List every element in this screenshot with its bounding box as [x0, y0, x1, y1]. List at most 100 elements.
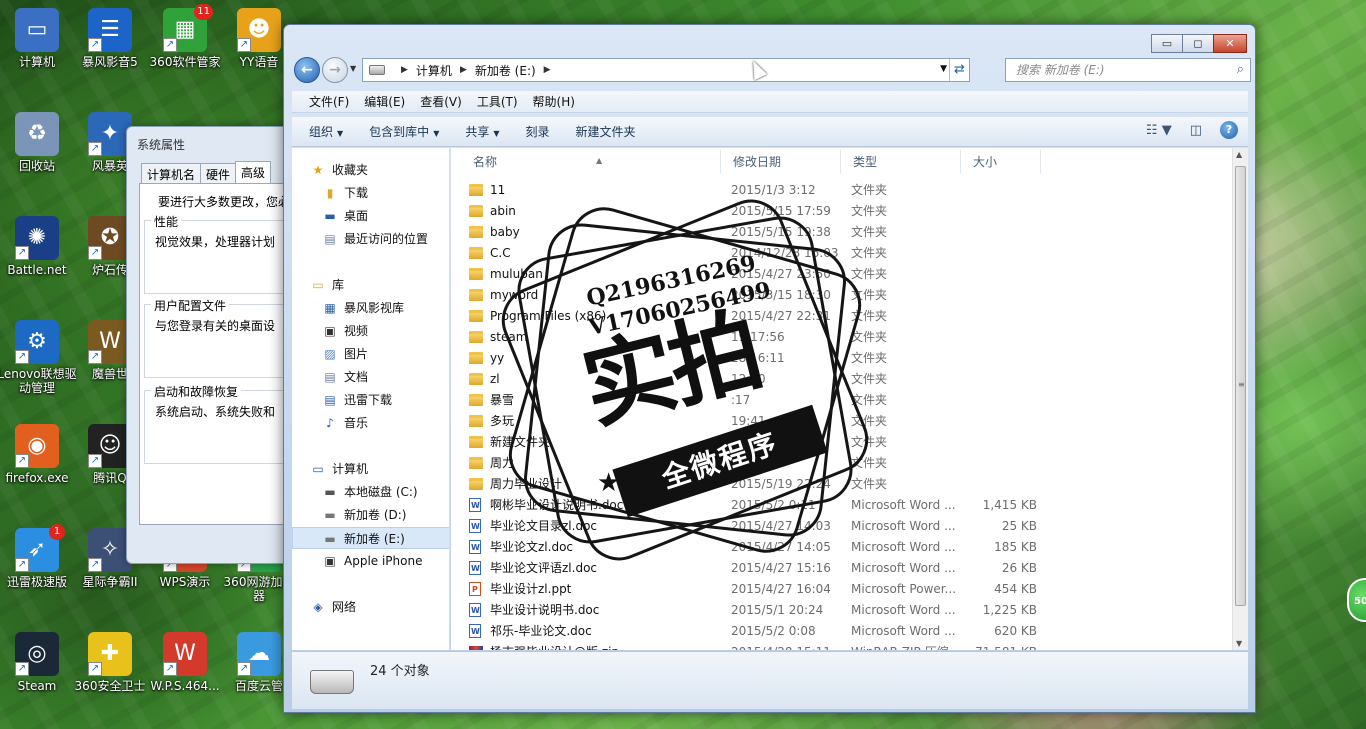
- nav-computer[interactable]: ▭ 计算机: [292, 458, 449, 480]
- nav-downloads[interactable]: ▮ 下载: [292, 182, 449, 204]
- nav-baofeng-library[interactable]: ▦ 暴风影视库: [292, 297, 449, 319]
- file-row[interactable]: 毕业论文目录zl.doc 2015/4/27 14:03 Microsoft Wor…: [461, 516, 1061, 537]
- column-header-name[interactable]: 名称 ▲: [461, 150, 721, 174]
- preview-pane-icon[interactable]: ◫: [1190, 123, 1202, 138]
- breadcrumb-drive-e[interactable]: 新加卷 (E:): [475, 62, 536, 79]
- back-button[interactable]: ←: [294, 57, 320, 83]
- system-properties-window[interactable]: 系统属性 计算机名 硬件 高级 要进行大多数更改，您必 性能 视觉效果，处理器计…: [126, 126, 296, 564]
- share-button[interactable]: 共享 ▼: [465, 123, 499, 140]
- file-row[interactable]: 暴雪:17 文件夹: [461, 390, 1061, 411]
- breadcrumb-computer[interactable]: 计算机: [416, 62, 452, 79]
- file-row[interactable]: 祁乐-毕业论文.doc 2015/5/2 0:08 Microsoft Word .…: [461, 621, 1061, 642]
- recent-pages-dropdown[interactable]: ▼: [350, 64, 356, 73]
- file-row[interactable]: 周力 21:23 文件夹: [461, 453, 1061, 474]
- search-input[interactable]: 搜索 新加卷 (E:) ⌕: [1005, 58, 1251, 82]
- file-row[interactable]: 毕业论文zl.doc 2015/4/27 14:05 Microsoft Word …: [461, 537, 1061, 558]
- file-row[interactable]: 新建文件夹 0:0 文件夹: [461, 432, 1061, 453]
- menu-file[interactable]: 文件(F): [309, 93, 349, 110]
- maximize-button[interactable]: ◻: [1182, 34, 1214, 53]
- help-icon[interactable]: ?: [1220, 121, 1238, 139]
- organize-button[interactable]: 组织 ▼: [309, 123, 343, 140]
- search-icon[interactable]: ⌕: [1237, 59, 1244, 81]
- explorer-window[interactable]: ▭ ◻ ✕ ← → ▼ ▶ 计算机 ▶ 新加卷 (E:) ▶ ▼ ⇄ 搜索 新加…: [283, 24, 1256, 713]
- menu-tools[interactable]: 工具(T): [477, 93, 518, 110]
- file-name: muluban: [490, 267, 543, 281]
- folder-icon: [469, 457, 483, 469]
- desktop-shortcut[interactable]: ☰ ↗ 暴风影音5: [70, 8, 150, 69]
- chevron-right-icon[interactable]: ▶: [460, 65, 467, 75]
- recent-places-icon: ▤: [324, 232, 336, 246]
- file-row[interactable]: muluban 2015/4/27 23:50 文件夹: [461, 264, 1061, 285]
- library-icon: ▭: [312, 278, 324, 292]
- file-row[interactable]: 毕业论文评语zl.doc 2015/4/27 15:16 Microsoft Wor…: [461, 558, 1061, 579]
- refresh-icon[interactable]: ⇄: [949, 59, 969, 81]
- nav-music[interactable]: ♪ 音乐: [292, 412, 449, 434]
- burn-button[interactable]: 刻录: [526, 123, 550, 140]
- close-button[interactable]: ✕: [1213, 34, 1247, 53]
- desktop-shortcut[interactable]: ✚ ↗ 360安全卫士: [70, 632, 150, 693]
- nav-drive-c[interactable]: ▬ 本地磁盘 (C:): [292, 481, 449, 503]
- desktop-shortcut[interactable]: ▦ ↗ 11 360软件管家: [145, 4, 225, 69]
- file-row[interactable]: C.C 2014/12/28 16:03 文件夹: [461, 243, 1061, 264]
- desktop-shortcut[interactable]: ➶ ↗ 1 迅雷极速版: [0, 524, 77, 589]
- file-row[interactable]: zl 12:30 文件夹: [461, 369, 1061, 390]
- menu-edit[interactable]: 编辑(E): [364, 93, 405, 110]
- file-row[interactable]: 周力毕业设计 2015/5/19 22:24 文件夹: [461, 474, 1061, 495]
- file-row[interactable]: baby 2015/5/15 19:38 文件夹: [461, 222, 1061, 243]
- view-options-icon[interactable]: ☷ ▼: [1146, 123, 1172, 138]
- desktop-shortcut[interactable]: ✺ ↗ Battle.net: [0, 216, 77, 277]
- column-header-size[interactable]: 大小: [961, 150, 1041, 174]
- nav-recent-places[interactable]: ▤ 最近访问的位置: [292, 228, 449, 250]
- desktop-shortcut[interactable]: ◉ ↗ firefox.exe: [0, 424, 77, 485]
- file-date: 2015/4/27 15:16: [731, 561, 831, 575]
- minimize-button[interactable]: ▭: [1151, 34, 1183, 53]
- command-bar: 组织 ▼ 包含到库中 ▼ 共享 ▼ 刻录 新建文件夹 ☷ ▼ ◫ ?: [292, 117, 1248, 147]
- file-row[interactable]: yy 28 16:11 文件夹: [461, 348, 1061, 369]
- nav-libraries[interactable]: ▭ 库: [292, 274, 449, 296]
- file-row[interactable]: 啊彬毕业设计说明书.doc 2015/5/2 0:11 Microsoft Word…: [461, 495, 1061, 516]
- address-bar[interactable]: ▶ 计算机 ▶ 新加卷 (E:) ▶ ▼ ⇄: [362, 58, 970, 82]
- scroll-down-icon[interactable]: ▼: [1236, 639, 1242, 648]
- nav-thunder-downloads[interactable]: ▤ 迅雷下载: [292, 389, 449, 411]
- file-row[interactable]: steam 19 17:56 文件夹: [461, 327, 1061, 348]
- tab-advanced[interactable]: 高级: [235, 161, 272, 185]
- desktop-shortcut[interactable]: ♻ 回收站: [0, 112, 77, 173]
- vertical-scrollbar[interactable]: ▲ ≡ ▼: [1232, 148, 1248, 650]
- nav-desktop[interactable]: ▬ 桌面: [292, 205, 449, 227]
- scroll-up-icon[interactable]: ▲: [1236, 150, 1242, 159]
- nav-drive-d[interactable]: ▬ 新加卷 (D:): [292, 504, 449, 526]
- file-date: 19:41: [731, 414, 766, 428]
- chevron-right-icon[interactable]: ▶: [544, 65, 551, 75]
- include-in-library-button[interactable]: 包含到库中 ▼: [369, 123, 439, 140]
- forward-button[interactable]: →: [322, 57, 348, 83]
- file-name: 毕业设计说明书.doc: [490, 603, 600, 617]
- file-row[interactable]: abin 2015/5/15 17:59 文件夹: [461, 201, 1061, 222]
- nav-videos[interactable]: ▣ 视频: [292, 320, 449, 342]
- file-row[interactable]: 杨志强毕业设计@版.zip 2015/4/28 15:11 WinRAR ZIP 压…: [461, 642, 1061, 650]
- music-icon: ♪: [326, 416, 334, 430]
- file-row[interactable]: 11 2015/1/3 3:12 文件夹: [461, 180, 1061, 201]
- nav-network[interactable]: ◈ 网络: [292, 596, 449, 618]
- desktop-shortcut[interactable]: W ↗ W.P.S.464...: [145, 632, 225, 693]
- desktop-shortcut[interactable]: ▭ 计算机: [0, 8, 77, 69]
- column-header-type[interactable]: 类型: [841, 150, 961, 174]
- menu-help[interactable]: 帮助(H): [533, 93, 575, 110]
- nav-apple-iphone[interactable]: ▣ Apple iPhone: [292, 550, 449, 572]
- file-row[interactable]: myword 2015/3/15 18:30 文件夹: [461, 285, 1061, 306]
- address-dropdown-icon[interactable]: ▼: [940, 64, 947, 74]
- file-row[interactable]: 毕业设计zl.ppt 2015/4/27 16:04 Microsoft Power…: [461, 579, 1061, 600]
- nav-pictures[interactable]: ▨ 图片: [292, 343, 449, 365]
- file-row[interactable]: 毕业设计说明书.doc 2015/5/1 20:24 Microsoft Word …: [461, 600, 1061, 621]
- new-folder-button[interactable]: 新建文件夹: [576, 123, 636, 140]
- nav-drive-e[interactable]: ▬ 新加卷 (E:): [292, 527, 449, 549]
- chevron-right-icon[interactable]: ▶: [401, 65, 408, 75]
- nav-label: 文档: [344, 370, 369, 384]
- nav-favorites[interactable]: ★ 收藏夹: [292, 159, 449, 181]
- desktop-shortcut[interactable]: ◎ ↗ Steam: [0, 632, 77, 693]
- desktop-shortcut[interactable]: ⚙ ↗ Lenovo联想驱动管理: [0, 320, 77, 395]
- nav-documents[interactable]: ▤ 文档: [292, 366, 449, 388]
- file-row[interactable]: 多玩 19:41 文件夹: [461, 411, 1061, 432]
- file-row[interactable]: Program Files (x86) 2015/4/27 22:31 文件夹: [461, 306, 1061, 327]
- menu-view[interactable]: 查看(V): [420, 93, 462, 110]
- column-header-date[interactable]: 修改日期: [721, 150, 841, 174]
